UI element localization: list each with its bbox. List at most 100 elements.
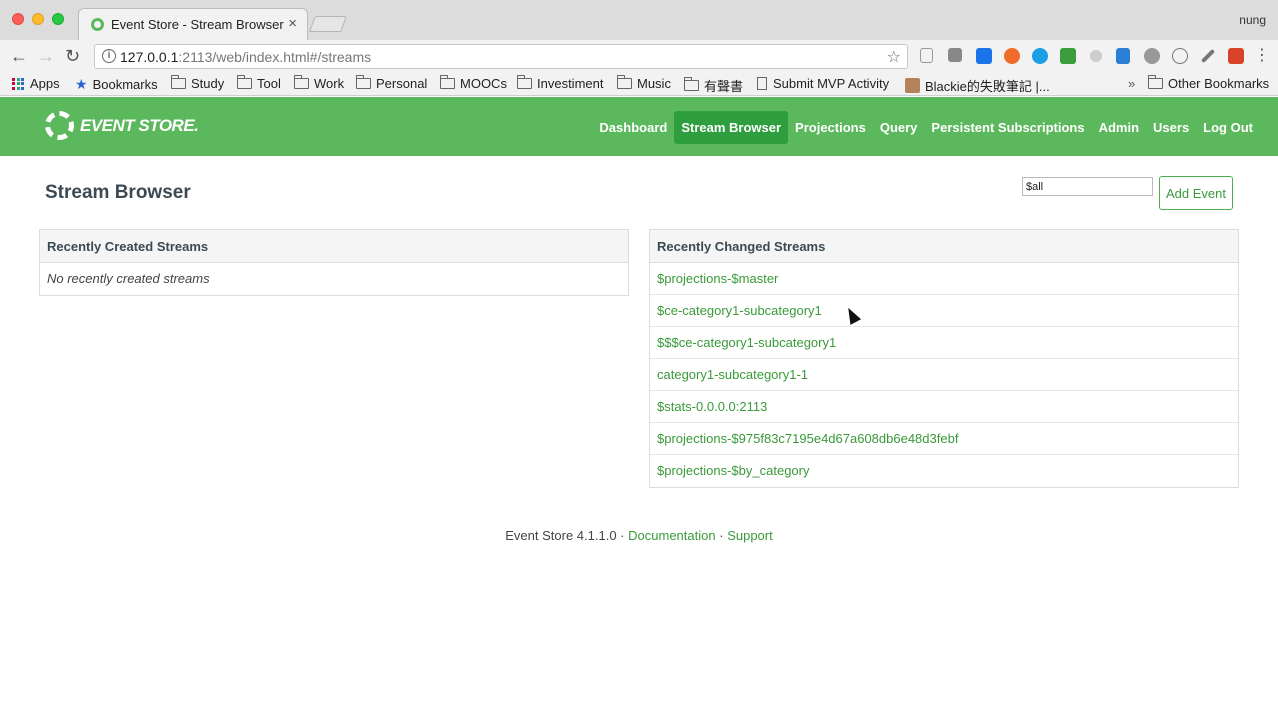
footer: Event Store 4.1.1.0 · Documentation · Su… [0,528,1278,543]
pocket-extension-icon[interactable] [976,48,992,64]
nav-dashboard[interactable]: Dashboard [592,111,674,144]
bookmarks-overflow-chevron-icon[interactable]: » [1128,76,1135,91]
folder-icon [1148,75,1163,89]
trello-extension-icon[interactable] [948,48,962,62]
tab-title: Event Store - Stream Browser [111,17,284,32]
footer-version: Event Store 4.1.1.0 [505,528,617,543]
stream-link[interactable]: category1-subcategory1-1 [657,367,808,382]
folder-icon [237,75,252,89]
green-extension-icon[interactable] [1060,48,1076,64]
page-title: Stream Browser [45,182,191,203]
back-arrow-icon[interactable]: ← [10,45,28,67]
bookmark-folder-work[interactable]: Work [294,75,344,91]
recently-created-streams-panel: Recently Created Streams No recently cre… [39,229,629,296]
nav-query[interactable]: Query [873,111,925,144]
documentation-link[interactable]: Documentation [628,528,715,543]
browser-tab-bar: Event Store - Stream Browser × nung [0,0,1278,40]
page-icon [757,77,767,90]
bookmark-other-bookmarks[interactable]: Other Bookmarks [1148,75,1269,91]
close-tab-icon[interactable]: × [288,15,297,32]
bookmarks-bar: Apps ★ Bookmarks Study Tool Work Persona… [0,72,1278,96]
footer-separator: · [719,528,724,543]
eyedropper-extension-icon[interactable] [1200,48,1216,64]
copy-extension-icon[interactable] [920,48,933,63]
nav-stream-browser[interactable]: Stream Browser [674,111,789,144]
list-item: category1-subcategory1-1 [650,359,1238,391]
profile-name[interactable]: nung [1239,13,1266,27]
bookmark-folder-music[interactable]: Music [617,75,671,91]
bookmark-folder-personal[interactable]: Personal [356,75,427,91]
logo-text: EVENT STORE. [80,115,199,135]
list-item: $$$ce-category1-subcategory1 [650,327,1238,359]
footer-separator: · [620,528,625,543]
folder-icon [617,75,632,89]
download-extension-icon[interactable] [1116,48,1130,64]
folder-icon [294,75,309,89]
stream-link[interactable]: $$$ce-category1-subcategory1 [657,335,836,350]
stream-link[interactable]: $projections-$master [657,271,778,286]
s-extension-icon[interactable] [1228,48,1244,64]
nav-admin[interactable]: Admin [1092,111,1146,144]
list-item: $ce-category1-subcategory1 [650,295,1238,327]
main-nav: Dashboard Stream Browser Projections Que… [592,111,1260,144]
maximize-window-button[interactable] [52,13,64,25]
nav-users[interactable]: Users [1146,111,1196,144]
list-item: $stats-0.0.0.0:2113 [650,391,1238,423]
minimize-window-button[interactable] [32,13,44,25]
stream-link[interactable]: $projections-$975f83c7195e4d67a608db6e48… [657,431,958,446]
bookmark-folder-tool[interactable]: Tool [237,75,281,91]
chat-extension-icon[interactable] [1172,48,1188,64]
skype-extension-icon[interactable] [1032,48,1048,64]
recently-changed-streams-panel: Recently Changed Streams $projections-$m… [649,229,1239,488]
list-item: $projections-$master [650,263,1238,295]
grey-dot-extension-icon[interactable] [1090,50,1102,62]
site-info-icon[interactable]: i [102,49,116,63]
recently-created-streams-heading: Recently Created Streams [40,230,628,263]
list-item: $projections-$975f83c7195e4d67a608db6e48… [650,423,1238,455]
stream-link[interactable]: $projections-$by_category [657,463,809,478]
menu-kebab-icon[interactable]: ⋮ [1254,45,1270,67]
orange-extension-icon[interactable] [1004,48,1020,64]
add-event-button[interactable]: Add Event [1159,176,1233,210]
stream-id-input[interactable] [1022,177,1153,196]
stream-link[interactable]: $ce-category1-subcategory1 [657,303,822,318]
address-bar[interactable]: i 127.0.0.1:2113/web/index.html#/streams… [94,44,908,69]
nav-log-out[interactable]: Log Out [1196,111,1260,144]
star-icon: ★ [75,76,88,92]
folder-icon [440,75,455,89]
bookmark-apps[interactable]: Apps [12,76,60,91]
event-store-favicon-icon [91,18,104,31]
new-tab-button[interactable] [309,16,347,32]
reload-icon[interactable]: ↻ [65,45,80,67]
browser-tab[interactable]: Event Store - Stream Browser × [78,8,308,40]
browser-toolbar: ← → ↻ i 127.0.0.1:2113/web/index.html#/s… [0,40,1278,72]
app-header: EVENT STORE. Dashboard Stream Browser Pr… [0,97,1278,156]
bookmark-folder-investiment[interactable]: Investiment [517,75,603,91]
event-store-logo[interactable]: EVENT STORE. [45,111,199,140]
support-link[interactable]: Support [727,528,773,543]
nav-persistent-subscriptions[interactable]: Persistent Subscriptions [924,111,1091,144]
list-item: $projections-$by_category [650,455,1238,487]
bookmark-folder-study[interactable]: Study [171,75,224,91]
bookmark-star-icon[interactable]: ☆ [887,47,901,67]
no-recent-streams-message: No recently created streams [47,271,210,286]
timer-extension-icon[interactable] [1144,48,1160,64]
bookmark-folder-moocs[interactable]: MOOCs [440,75,507,91]
avatar-icon [905,78,920,93]
url-text[interactable]: 127.0.0.1:2113/web/index.html#/streams [120,49,371,65]
stream-link[interactable]: $stats-0.0.0.0:2113 [657,399,767,414]
apps-grid-icon [12,77,24,90]
event-store-logo-icon [45,111,74,140]
bookmark-folder-audiobooks[interactable]: 有聲書 [684,76,743,95]
folder-icon [684,77,699,91]
recently-changed-streams-heading: Recently Changed Streams [650,230,1238,263]
bookmark-submit-mvp[interactable]: Submit MVP Activity [757,76,889,91]
nav-projections[interactable]: Projections [788,111,873,144]
bookmark-bookmarks[interactable]: ★ Bookmarks [75,76,158,93]
close-window-button[interactable] [12,13,24,25]
forward-arrow-icon[interactable]: → [37,45,55,67]
bookmark-blackie[interactable]: Blackie的失敗筆記 |... [905,76,1050,95]
folder-icon [356,75,371,89]
folder-icon [171,75,186,89]
folder-icon [517,75,532,89]
